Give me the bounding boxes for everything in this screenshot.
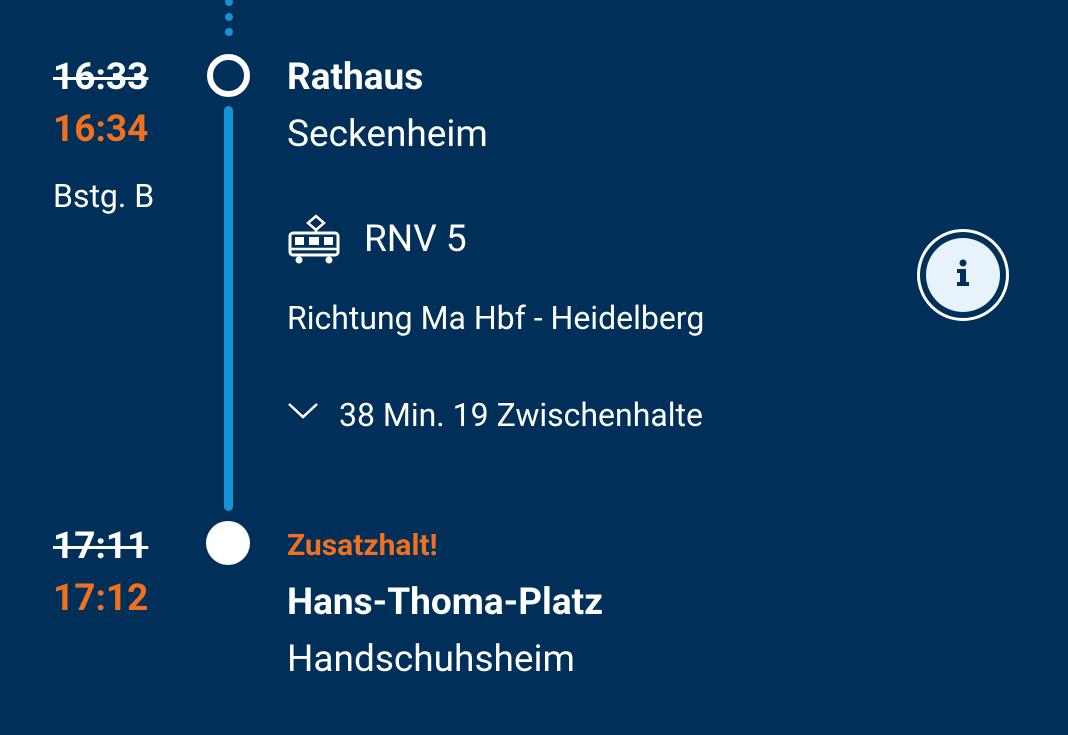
arrival-stop-name: Hans-Thoma-Platz	[287, 581, 603, 624]
timeline-dot	[225, 28, 233, 36]
departure-stop-name: Rathaus	[287, 56, 424, 99]
departure-stop-area: Seckenheim	[287, 113, 488, 156]
tram-icon	[286, 211, 342, 267]
intermediate-stops-summary: 38 Min. 19 Zwischenhalte	[339, 396, 703, 434]
arrival-stop-area: Handschuhsheim	[287, 638, 575, 681]
info-button[interactable]	[917, 229, 1009, 321]
intermediate-stops-toggle[interactable]: 38 Min. 19 Zwischenhalte	[287, 396, 807, 436]
departure-platform: Bstg. B	[53, 177, 155, 215]
arrival-scheduled-time: 17:11	[53, 525, 149, 568]
departure-scheduled-time: 16:33	[53, 56, 149, 99]
departure-stop-marker	[207, 54, 250, 97]
departure-actual-time: 16:34	[53, 108, 149, 151]
timeline-track	[224, 106, 233, 511]
extra-stop-notice: Zusatzhalt!	[287, 528, 438, 563]
line-direction: Richtung Ma Hbf - Heidelberg	[287, 299, 705, 337]
arrival-actual-time: 17:12	[53, 577, 149, 620]
timeline-dot	[225, 13, 233, 21]
line-name: RNV 5	[364, 218, 467, 261]
arrival-stop-marker	[206, 521, 250, 565]
chevron-down-icon	[287, 400, 319, 420]
info-icon	[946, 256, 980, 294]
timeline-dot	[225, 0, 233, 6]
